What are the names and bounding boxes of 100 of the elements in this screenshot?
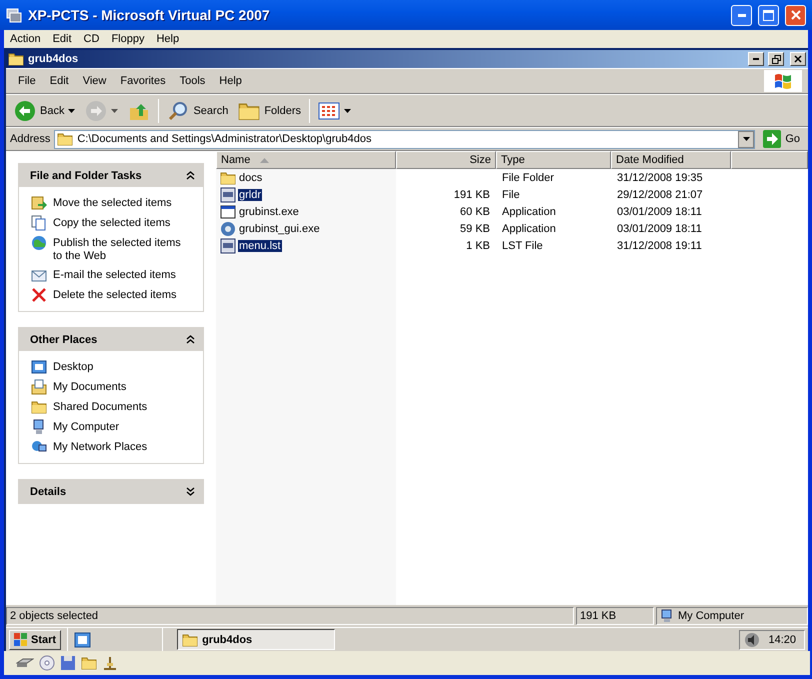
file-name[interactable]: grubinst.exe <box>238 206 300 218</box>
sort-arrow-icon <box>260 158 270 162</box>
dropdown-button[interactable] <box>738 130 754 148</box>
panel-header[interactable]: Details <box>19 480 203 503</box>
forward-icon <box>85 100 108 122</box>
task-link[interactable]: My Documents <box>53 379 188 394</box>
table-cell-text: Application <box>501 222 557 234</box>
dropdown-arrow-icon <box>68 108 76 112</box>
table-cell-text: File Folder <box>501 172 555 184</box>
task-link[interactable]: Move the selected items <box>53 195 188 210</box>
file-name[interactable]: grubinst_gui.exe <box>238 222 321 234</box>
column-header[interactable]: Name <box>216 151 396 169</box>
status-zone: My Computer <box>656 607 808 625</box>
table-cell-text: 31/12/2008 19:35 <box>616 172 704 184</box>
application-icon <box>220 204 236 220</box>
close-icon <box>790 10 800 20</box>
task-link[interactable]: My Computer <box>53 419 188 434</box>
folder-icon <box>220 170 236 186</box>
folder-icon <box>182 632 198 648</box>
table-cell-text: 29/12/2008 21:07 <box>616 188 704 200</box>
task-link[interactable]: Shared Documents <box>53 399 188 414</box>
column-header[interactable]: Size <box>396 151 496 169</box>
close-button[interactable] <box>790 52 806 66</box>
panel-header[interactable]: Other Places <box>19 328 203 351</box>
menu-item[interactable]: Edit <box>46 33 78 45</box>
task-link[interactable]: E-mail the selected items <box>53 267 188 282</box>
search-icon <box>167 100 190 122</box>
table-cell-text: 191 KB <box>452 188 491 200</box>
computer-icon <box>660 609 674 623</box>
dropdown-arrow-icon <box>344 108 352 112</box>
file-name[interactable]: docs <box>238 172 264 184</box>
search-button[interactable]: Search <box>163 98 232 124</box>
copy-icon <box>31 215 47 231</box>
menu-item[interactable]: File <box>12 75 42 87</box>
minimize-icon <box>738 14 746 16</box>
desktop-icon <box>74 630 92 648</box>
maximize-icon <box>763 10 774 20</box>
taskbar-button[interactable]: grub4dos <box>177 629 336 650</box>
go-button[interactable]: Go <box>759 128 804 150</box>
status-text: 2 objects selected <box>6 607 574 625</box>
task-link[interactable]: Delete the selected items <box>53 287 188 302</box>
close-icon <box>794 55 802 63</box>
hard-disk-icon <box>16 657 34 669</box>
floppy-icon <box>60 655 76 671</box>
table-cell-text: 59 KB <box>459 222 491 234</box>
task-link[interactable]: Publish the selected items to the Web <box>53 235 188 263</box>
column-header[interactable]: Date Modified <box>611 151 731 169</box>
task-link[interactable]: Copy the selected items <box>53 215 188 230</box>
globe-icon <box>31 235 47 251</box>
file-name[interactable]: menu.lst <box>238 240 282 252</box>
menu-item[interactable]: CD <box>78 33 106 45</box>
table-cell-text: 03/01/2009 18:11 <box>616 222 703 234</box>
table-cell-text: 1 KB <box>465 240 491 252</box>
clock: 14:20 <box>768 634 796 646</box>
menu-item[interactable]: Help <box>150 33 186 45</box>
window-title: XP-PCTS - Microsoft Virtual PC 2007 <box>28 7 271 23</box>
menu-item[interactable]: Tools <box>174 75 212 87</box>
menu-item[interactable]: View <box>76 75 112 87</box>
menu-item[interactable]: Floppy <box>105 33 150 45</box>
menu-item[interactable]: Help <box>213 75 248 87</box>
restore-icon <box>772 54 780 64</box>
file-name[interactable]: grldr <box>238 188 262 200</box>
file-icon <box>220 186 236 202</box>
network-icon <box>102 655 118 671</box>
table-cell-text: File <box>501 188 521 200</box>
maximize-button[interactable] <box>758 4 779 26</box>
flag-logo-icon <box>774 73 792 89</box>
desktop-icon <box>31 359 47 375</box>
task-link[interactable]: Desktop <box>53 359 188 374</box>
speaker-icon <box>744 632 760 648</box>
menu-item[interactable]: Edit <box>44 75 75 87</box>
delete-icon <box>31 287 47 303</box>
dropdown-arrow-icon <box>111 108 118 112</box>
app-icon <box>6 7 22 23</box>
flag-logo-icon <box>14 632 28 646</box>
folder-icon <box>8 51 24 67</box>
address-field[interactable]: C:\Documents and Settings\Administrator\Desktop\grub4dos <box>54 130 756 148</box>
restore-button[interactable] <box>768 52 784 66</box>
window-title: grub4dos <box>28 53 80 65</box>
minimize-icon <box>753 58 759 60</box>
table-cell-text: 60 KB <box>459 206 491 218</box>
cd-icon <box>39 655 55 671</box>
back-button[interactable]: Back <box>10 98 80 124</box>
task-link[interactable]: My Network Places <box>53 439 188 454</box>
minimize-button[interactable] <box>748 52 764 66</box>
status-size: 191 KB <box>576 607 654 625</box>
file-icon <box>220 238 236 254</box>
table-cell-text: LST File <box>501 240 544 252</box>
panel-header[interactable]: File and Folder Tasks <box>19 164 203 187</box>
dropdown-arrow-icon <box>742 137 750 141</box>
start-button[interactable]: Start <box>9 630 62 650</box>
menu-item[interactable]: Favorites <box>114 75 172 87</box>
table-cell-text: 31/12/2008 19:11 <box>616 240 703 252</box>
folder-icon <box>31 399 47 415</box>
folder-icon <box>57 131 74 147</box>
back-icon <box>14 100 36 122</box>
menu-item[interactable]: Action <box>4 33 47 45</box>
folders-button[interactable]: Folders <box>234 98 306 124</box>
folder-icon <box>81 655 97 671</box>
column-header[interactable]: Type <box>496 151 611 169</box>
